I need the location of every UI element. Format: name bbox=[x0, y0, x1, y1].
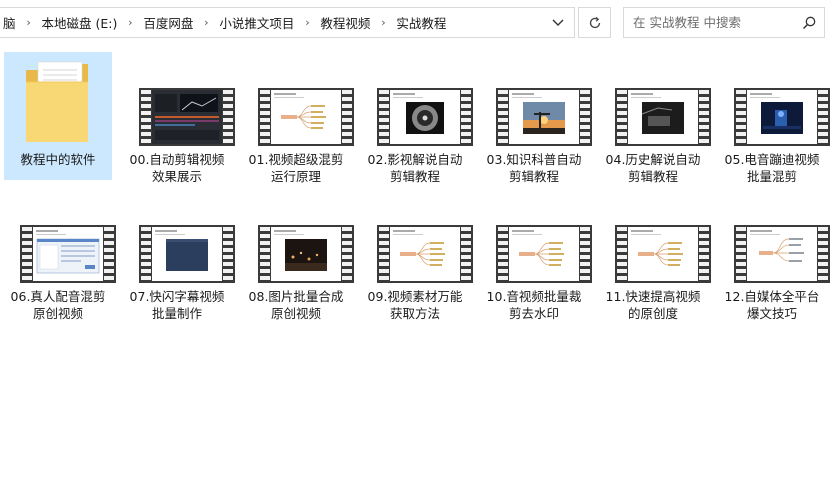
file-name-line-2: 剪去水印 bbox=[508, 306, 559, 321]
address-bar[interactable]: 脑 › 本地磁盘 (E:) › 百度网盘 › 小说推文项目 › 教程视频 › 实… bbox=[0, 7, 575, 38]
file-name-line-2: 剪辑教程 bbox=[508, 169, 559, 184]
file-name: 07.快闪字幕视频 批量制作 bbox=[117, 288, 237, 322]
video-file-item[interactable]: 03.知识科普自动 剪辑教程 bbox=[480, 52, 592, 184]
file-name-line-2: 获取方法 bbox=[389, 306, 440, 321]
video-thumbnail-icon bbox=[139, 225, 235, 283]
file-name-line-1: 12.自媒体全平台 bbox=[724, 289, 820, 304]
video-file-item[interactable]: 07.快闪字幕视频 批量制作 bbox=[123, 189, 235, 321]
breadcrumb-item[interactable]: 脑 bbox=[0, 13, 20, 32]
breadcrumb-separator-icon[interactable]: › bbox=[121, 16, 139, 29]
video-file-item[interactable]: 10.音视频批量裁 剪去水印 bbox=[480, 189, 592, 321]
file-name-line-2: 批量制作 bbox=[151, 306, 202, 321]
video-file-item[interactable]: 00.自动剪辑视频 效果展示 bbox=[123, 52, 235, 184]
breadcrumb-separator-icon[interactable]: › bbox=[298, 16, 316, 29]
file-name: 03.知识科普自动 剪辑教程 bbox=[474, 151, 594, 185]
video-thumbnail-icon bbox=[615, 88, 711, 146]
breadcrumb-item[interactable]: 小说推文项目 bbox=[215, 13, 298, 32]
breadcrumb-item[interactable]: 教程视频 bbox=[316, 13, 374, 32]
video-thumbnail-icon bbox=[258, 225, 354, 283]
file-name: 10.音视频批量裁 剪去水印 bbox=[474, 288, 594, 322]
file-name-line-1: 06.真人配音混剪 bbox=[10, 289, 106, 304]
video-thumbnail-icon bbox=[734, 88, 830, 146]
video-file-item[interactable]: 05.电音蹦迪视频 批量混剪 bbox=[718, 52, 830, 184]
file-name-line-1: 10.音视频批量裁 bbox=[486, 289, 582, 304]
file-name-line-1: 03.知识科普自动 bbox=[486, 152, 582, 167]
video-file-item[interactable]: 11.快速提高视频 的原创度 bbox=[599, 189, 711, 321]
file-name-line-1: 00.自动剪辑视频 bbox=[129, 152, 225, 167]
breadcrumb-separator-icon[interactable]: › bbox=[20, 16, 38, 29]
file-name-line-1: 09.视频素材万能 bbox=[367, 289, 463, 304]
file-name-line-1: 11.快速提高视频 bbox=[605, 289, 701, 304]
folder-icon bbox=[26, 61, 88, 142]
video-file-item[interactable]: 12.自媒体全平台 爆文技巧 bbox=[718, 189, 830, 321]
breadcrumb-separator-icon[interactable]: › bbox=[374, 16, 392, 29]
video-thumbnail-icon bbox=[377, 88, 473, 146]
search-icon[interactable] bbox=[801, 15, 817, 31]
chevron-down-icon[interactable] bbox=[550, 14, 566, 30]
breadcrumb-item[interactable]: 百度网盘 bbox=[139, 13, 197, 32]
refresh-button[interactable] bbox=[578, 7, 611, 38]
video-thumbnail-icon bbox=[615, 225, 711, 283]
video-file-item[interactable]: 09.视频素材万能 获取方法 bbox=[361, 189, 473, 321]
video-file-item[interactable]: 01.视频超级混剪 运行原理 bbox=[242, 52, 354, 184]
video-thumbnail-icon bbox=[258, 88, 354, 146]
file-name: 教程中的软件 bbox=[0, 151, 118, 168]
breadcrumb-item-current[interactable]: 实战教程 bbox=[392, 13, 450, 32]
video-file-item[interactable]: 04.历史解说自动 剪辑教程 bbox=[599, 52, 711, 184]
breadcrumb-separator-icon[interactable]: › bbox=[197, 16, 215, 29]
file-name-line-2: 原创视频 bbox=[32, 306, 83, 321]
video-thumbnail-icon bbox=[734, 225, 830, 283]
file-name: 09.视频素材万能 获取方法 bbox=[355, 288, 475, 322]
refresh-icon bbox=[589, 16, 600, 28]
video-thumbnail-icon bbox=[20, 225, 116, 283]
file-name-line-2: 剪辑教程 bbox=[389, 169, 440, 184]
video-file-item[interactable]: 02.影视解说自动 剪辑教程 bbox=[361, 52, 473, 184]
file-name-line-1: 02.影视解说自动 bbox=[367, 152, 463, 167]
file-name-line-2: 爆文技巧 bbox=[746, 306, 797, 321]
navigation-bar: 脑 › 本地磁盘 (E:) › 百度网盘 › 小说推文项目 › 教程视频 › 实… bbox=[0, 0, 832, 46]
video-file-item[interactable]: 08.图片批量合成 原创视频 bbox=[242, 189, 354, 321]
file-name: 05.电音蹦迪视频 批量混剪 bbox=[712, 151, 832, 185]
file-name: 00.自动剪辑视频 效果展示 bbox=[117, 151, 237, 185]
file-name: 06.真人配音混剪 原创视频 bbox=[0, 288, 118, 322]
file-name: 11.快速提高视频 的原创度 bbox=[593, 288, 713, 322]
file-name: 12.自媒体全平台 爆文技巧 bbox=[712, 288, 832, 322]
file-name-line-1: 01.视频超级混剪 bbox=[248, 152, 344, 167]
file-name-line-1: 08.图片批量合成 bbox=[248, 289, 344, 304]
file-name-line-1: 教程中的软件 bbox=[20, 152, 96, 167]
file-name-line-1: 04.历史解说自动 bbox=[605, 152, 701, 167]
file-name: 01.视频超级混剪 运行原理 bbox=[236, 151, 356, 185]
file-name-line-2: 运行原理 bbox=[270, 169, 321, 184]
file-name: 08.图片批量合成 原创视频 bbox=[236, 288, 356, 322]
search-input[interactable] bbox=[633, 15, 793, 30]
folder-item[interactable]: 教程中的软件 bbox=[4, 52, 112, 180]
file-name-line-2: 的原创度 bbox=[627, 306, 678, 321]
file-name-line-2: 剪辑教程 bbox=[627, 169, 678, 184]
video-thumbnail-icon bbox=[496, 88, 592, 146]
file-name: 04.历史解说自动 剪辑教程 bbox=[593, 151, 713, 185]
video-thumbnail-icon bbox=[377, 225, 473, 283]
video-file-item[interactable]: 06.真人配音混剪 原创视频 bbox=[4, 189, 116, 321]
file-name-line-2: 批量混剪 bbox=[746, 169, 797, 184]
file-name-line-2: 原创视频 bbox=[270, 306, 321, 321]
breadcrumb-item[interactable]: 本地磁盘 (E:) bbox=[38, 13, 122, 32]
file-name: 02.影视解说自动 剪辑教程 bbox=[355, 151, 475, 185]
file-name-line-2: 效果展示 bbox=[151, 169, 202, 184]
video-thumbnail-icon bbox=[139, 88, 235, 146]
video-thumbnail-icon bbox=[496, 225, 592, 283]
file-name-line-1: 07.快闪字幕视频 bbox=[129, 289, 225, 304]
file-name-line-1: 05.电音蹦迪视频 bbox=[724, 152, 820, 167]
search-box[interactable] bbox=[623, 7, 825, 38]
